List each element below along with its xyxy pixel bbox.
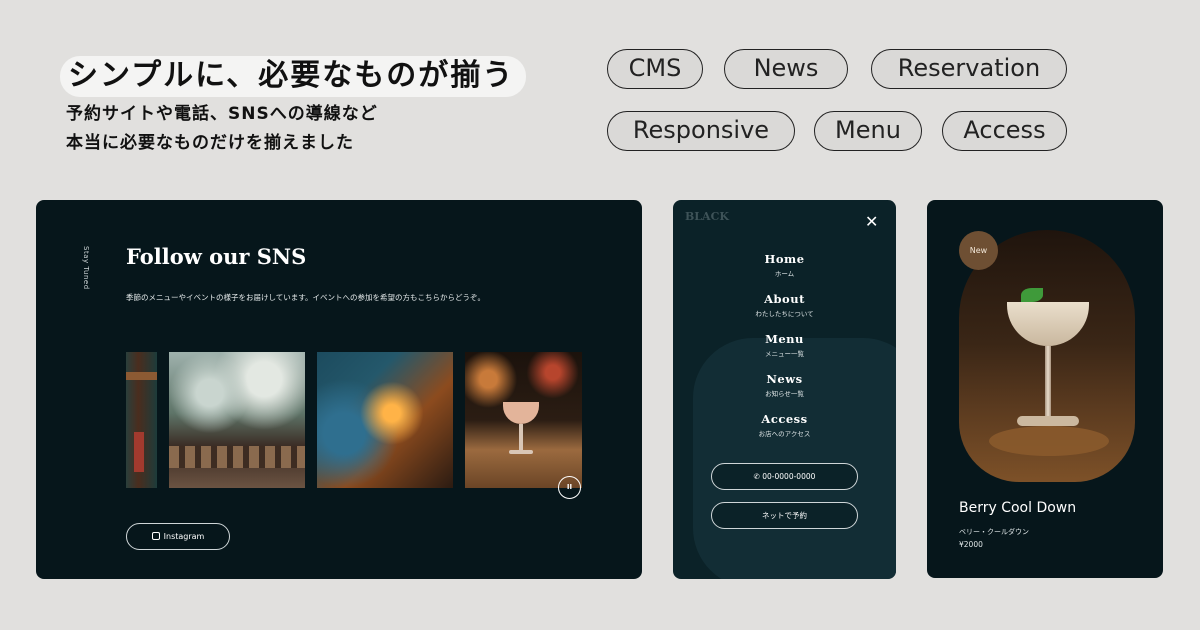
glass-shape bbox=[503, 402, 539, 424]
subcopy: 予約サイトや電話、SNSへの導線など 本当に必要なものだけを揃えました bbox=[66, 100, 378, 158]
reserve-button[interactable]: ネットで予約 bbox=[711, 502, 858, 529]
tag-news: News bbox=[724, 49, 848, 89]
product-kana: ベリー・クールダウン bbox=[959, 528, 1029, 536]
nav-item-menu[interactable]: Menu メニュー一覧 bbox=[673, 332, 896, 358]
cocktail-foot bbox=[1017, 416, 1079, 426]
nav-about-sub: わたしたちについて bbox=[755, 310, 814, 318]
pause-icon[interactable]: II bbox=[558, 476, 581, 499]
instagram-button[interactable]: Instagram bbox=[126, 523, 230, 550]
tag-reservation: Reservation bbox=[871, 49, 1067, 89]
new-badge: New bbox=[959, 231, 998, 270]
tag-menu: Menu bbox=[814, 111, 922, 151]
reserve-label: ネットで予約 bbox=[762, 511, 807, 520]
subcopy-line-1: 予約サイトや電話、SNSへの導線など bbox=[66, 104, 378, 124]
background-logo: BLACK bbox=[685, 210, 729, 223]
nav-item-news[interactable]: News お知らせ一覧 bbox=[673, 372, 896, 398]
instagram-icon bbox=[151, 532, 160, 540]
phone-button[interactable]: ✆ 00-0000-0000 bbox=[711, 463, 858, 490]
stay-tuned-label: Stay Tuned bbox=[82, 246, 90, 290]
nav-item-access[interactable]: Access お店へのアクセス bbox=[673, 412, 896, 438]
glass-foot bbox=[509, 450, 533, 454]
nav-item-home[interactable]: Home ホーム bbox=[673, 252, 896, 278]
nav-access-label: Access bbox=[761, 412, 808, 426]
nav-home-sub: ホーム bbox=[774, 270, 795, 278]
sns-photo-greenhouse[interactable] bbox=[169, 352, 305, 488]
sns-photo-bottles[interactable] bbox=[317, 352, 453, 488]
coaster-shape bbox=[989, 426, 1109, 456]
nav-access-sub: お店へのアクセス bbox=[758, 430, 811, 438]
nav-news-sub: お知らせ一覧 bbox=[765, 390, 804, 398]
close-icon[interactable]: ✕ bbox=[865, 212, 878, 231]
tag-access: Access bbox=[942, 111, 1067, 151]
tag-responsive: Responsive bbox=[607, 111, 795, 151]
tag-cms: CMS bbox=[607, 49, 703, 89]
sns-photo-cocktail[interactable] bbox=[465, 352, 582, 488]
product-name: Berry Cool Down bbox=[959, 500, 1077, 516]
sns-title: Follow our SNS bbox=[126, 244, 307, 269]
instagram-label: Instagram bbox=[163, 532, 205, 541]
sns-photo-bar[interactable] bbox=[126, 352, 157, 488]
sns-description: 季節のメニューやイベントの様子をお届けしています。イベントへの参加を希望の方もこ… bbox=[126, 293, 486, 302]
mint-leaf bbox=[1021, 288, 1043, 302]
product-price: ¥2000 bbox=[959, 540, 983, 549]
headline: シンプルに、必要なものが揃う bbox=[60, 50, 527, 97]
mobile-menu-panel: BLACK ✕ Home ホーム About わたしたちについて Menu メニ… bbox=[673, 200, 896, 579]
nav-about-label: About bbox=[764, 292, 805, 306]
nav-menu-label: Menu bbox=[765, 332, 804, 346]
subcopy-line-2: 本当に必要なものだけを揃えました bbox=[66, 133, 354, 153]
sns-panel: Stay Tuned Follow our SNS 季節のメニューやイベントの様… bbox=[36, 200, 642, 579]
nav-menu-sub: メニュー一覧 bbox=[765, 350, 804, 358]
phone-icon: ✆ bbox=[753, 472, 763, 481]
cocktail-glass bbox=[1007, 302, 1089, 346]
nav-news-label: News bbox=[766, 372, 803, 386]
cocktail-stem bbox=[1045, 346, 1051, 416]
glass-stem bbox=[519, 424, 523, 450]
nav-home-label: Home bbox=[764, 252, 805, 266]
headline-text: シンプルに、必要なものが揃う bbox=[60, 56, 527, 97]
nav-item-about[interactable]: About わたしたちについて bbox=[673, 292, 896, 318]
phone-label: 00-0000-0000 bbox=[762, 472, 816, 481]
product-panel: New Berry Cool Down ベリー・クールダウン ¥2000 bbox=[927, 200, 1163, 578]
